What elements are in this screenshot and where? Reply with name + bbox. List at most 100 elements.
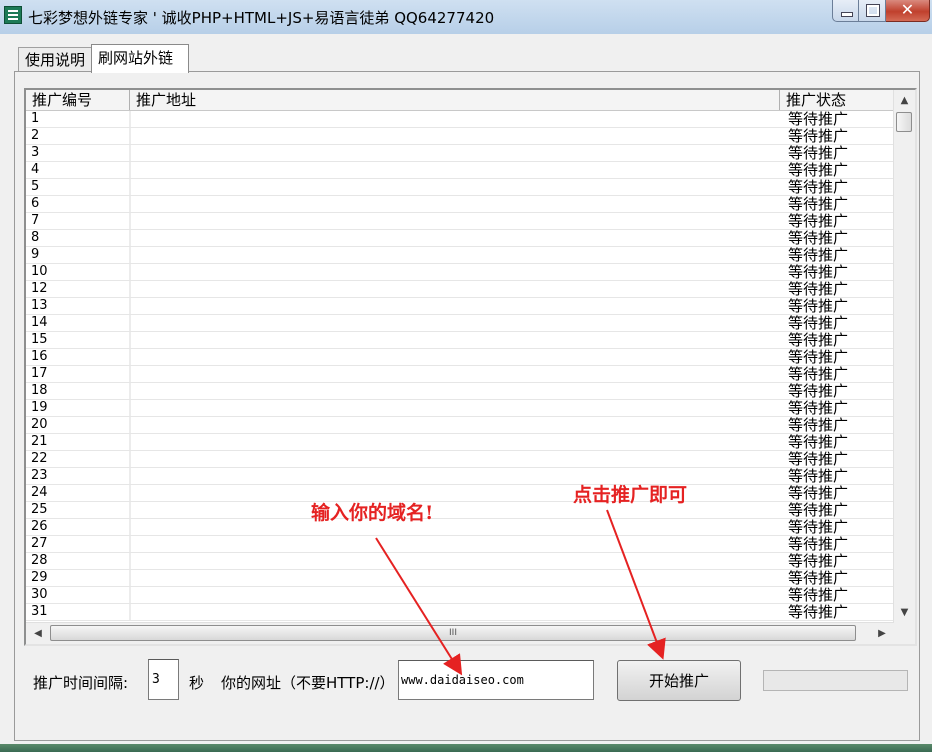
table-row[interactable]: 25 等待推广 <box>26 502 894 519</box>
row-id: 26 <box>31 519 130 535</box>
column-header-id[interactable]: 推广编号 <box>26 90 130 110</box>
row-url <box>130 519 780 535</box>
title-bar[interactable]: 七彩梦想外链专家 ' 诚收PHP+HTML+JS+易语言徒弟 QQ6427742… <box>0 0 932 34</box>
row-status: 等待推广 <box>788 365 849 383</box>
table-row[interactable]: 8 等待推广 <box>26 230 894 247</box>
row-id: 28 <box>31 553 130 569</box>
row-status: 等待推广 <box>788 144 849 162</box>
row-status: 等待推广 <box>788 280 849 298</box>
interval-input[interactable] <box>148 659 179 700</box>
table-row[interactable]: 22 等待推广 <box>26 451 894 468</box>
row-id: 13 <box>31 298 130 314</box>
scroll-down-arrow-icon[interactable]: ▼ <box>894 604 915 622</box>
row-url <box>130 536 780 552</box>
tab-instructions[interactable]: 使用说明 <box>18 47 92 72</box>
row-status: 等待推广 <box>788 382 849 400</box>
table-row[interactable]: 16 等待推广 <box>26 349 894 366</box>
row-url <box>130 213 780 229</box>
row-id: 6 <box>31 196 130 212</box>
table-row[interactable]: 15 等待推广 <box>26 332 894 349</box>
row-id: 17 <box>31 366 130 382</box>
row-url <box>130 417 780 433</box>
table-row[interactable]: 30 等待推广 <box>26 587 894 604</box>
row-url <box>130 111 780 127</box>
table-row[interactable]: 12 等待推广 <box>26 281 894 298</box>
table-row[interactable]: 29 等待推广 <box>26 570 894 587</box>
row-url <box>130 366 780 382</box>
row-url <box>130 196 780 212</box>
table-row[interactable]: 24 等待推广 <box>26 485 894 502</box>
table-row[interactable]: 21 等待推广 <box>26 434 894 451</box>
table-row[interactable]: 7 等待推广 <box>26 213 894 230</box>
column-header-url[interactable]: 推广地址 <box>130 90 780 110</box>
table-row[interactable]: 20 等待推广 <box>26 417 894 434</box>
row-status: 等待推广 <box>788 552 849 570</box>
maximize-button[interactable] <box>859 0 886 22</box>
promotion-list[interactable]: 推广编号 推广地址 推广状态 1 等待推广 2 等待推广 3 等待推广 4 等待推广 5 等待推广… <box>24 88 917 646</box>
table-row[interactable]: 10 等待推广 <box>26 264 894 281</box>
row-url <box>130 162 780 178</box>
row-id: 19 <box>31 400 130 416</box>
table-row[interactable]: 2 等待推广 <box>26 128 894 145</box>
horizontal-scroll-thumb[interactable]: III <box>50 625 856 641</box>
row-id: 21 <box>31 434 130 450</box>
table-row[interactable]: 26 等待推广 <box>26 519 894 536</box>
horizontal-scrollbar[interactable]: ◀ III ▶ <box>26 622 894 644</box>
scroll-up-arrow-icon[interactable]: ▲ <box>894 92 915 110</box>
table-row[interactable]: 17 等待推广 <box>26 366 894 383</box>
table-row[interactable]: 28 等待推广 <box>26 553 894 570</box>
column-header-status[interactable]: 推广状态 <box>780 90 894 110</box>
app-logo-icon <box>4 6 22 24</box>
row-status: 等待推广 <box>788 569 849 587</box>
row-status: 等待推广 <box>788 518 849 536</box>
row-status: 等待推广 <box>788 450 849 468</box>
row-id: 5 <box>31 179 130 195</box>
row-id: 18 <box>31 383 130 399</box>
row-id: 8 <box>31 230 130 246</box>
table-row[interactable]: 27 等待推广 <box>26 536 894 553</box>
progress-bar <box>763 670 908 691</box>
scroll-left-arrow-icon[interactable]: ◀ <box>28 623 48 644</box>
scroll-right-arrow-icon[interactable]: ▶ <box>872 623 892 644</box>
table-row[interactable]: 18 等待推广 <box>26 383 894 400</box>
row-status: 等待推广 <box>788 111 849 128</box>
vertical-scroll-thumb[interactable] <box>896 112 912 132</box>
table-row[interactable]: 1 等待推广 <box>26 111 894 128</box>
row-id: 23 <box>31 468 130 484</box>
tab-backlinks[interactable]: 刷网站外链 <box>91 44 189 73</box>
row-id: 20 <box>31 417 130 433</box>
row-url <box>130 145 780 161</box>
row-status: 等待推广 <box>788 348 849 366</box>
vertical-scrollbar[interactable]: ▲ ▼ <box>893 90 915 624</box>
row-id: 24 <box>31 485 130 501</box>
row-url <box>130 570 780 586</box>
row-status: 等待推广 <box>788 535 849 553</box>
start-promotion-button[interactable]: 开始推广 <box>617 660 741 701</box>
table-row[interactable]: 6 等待推广 <box>26 196 894 213</box>
row-url <box>130 264 780 280</box>
minimize-button[interactable] <box>832 0 859 22</box>
row-status: 等待推广 <box>788 416 849 434</box>
table-row[interactable]: 19 等待推广 <box>26 400 894 417</box>
scroll-corner <box>894 623 915 644</box>
table-row[interactable]: 4 等待推广 <box>26 162 894 179</box>
row-status: 等待推广 <box>788 603 849 621</box>
table-row[interactable]: 13 等待推广 <box>26 298 894 315</box>
url-input[interactable] <box>398 660 594 700</box>
row-url <box>130 349 780 365</box>
row-url <box>130 281 780 297</box>
row-id: 29 <box>31 570 130 586</box>
row-url <box>130 553 780 569</box>
table-row[interactable]: 23 等待推广 <box>26 468 894 485</box>
table-row[interactable]: 5 等待推广 <box>26 179 894 196</box>
table-row[interactable]: 3 等待推广 <box>26 145 894 162</box>
table-row[interactable]: 9 等待推广 <box>26 247 894 264</box>
seconds-label: 秒 <box>189 674 205 692</box>
annotation-click-start: 点击推广即可 <box>573 484 688 506</box>
row-status: 等待推广 <box>788 314 849 332</box>
row-status: 等待推广 <box>788 212 849 230</box>
table-row[interactable]: 31 等待推广 <box>26 604 894 621</box>
close-button[interactable]: ✕ <box>886 0 930 22</box>
table-row[interactable]: 14 等待推广 <box>26 315 894 332</box>
row-status: 等待推广 <box>788 263 849 281</box>
